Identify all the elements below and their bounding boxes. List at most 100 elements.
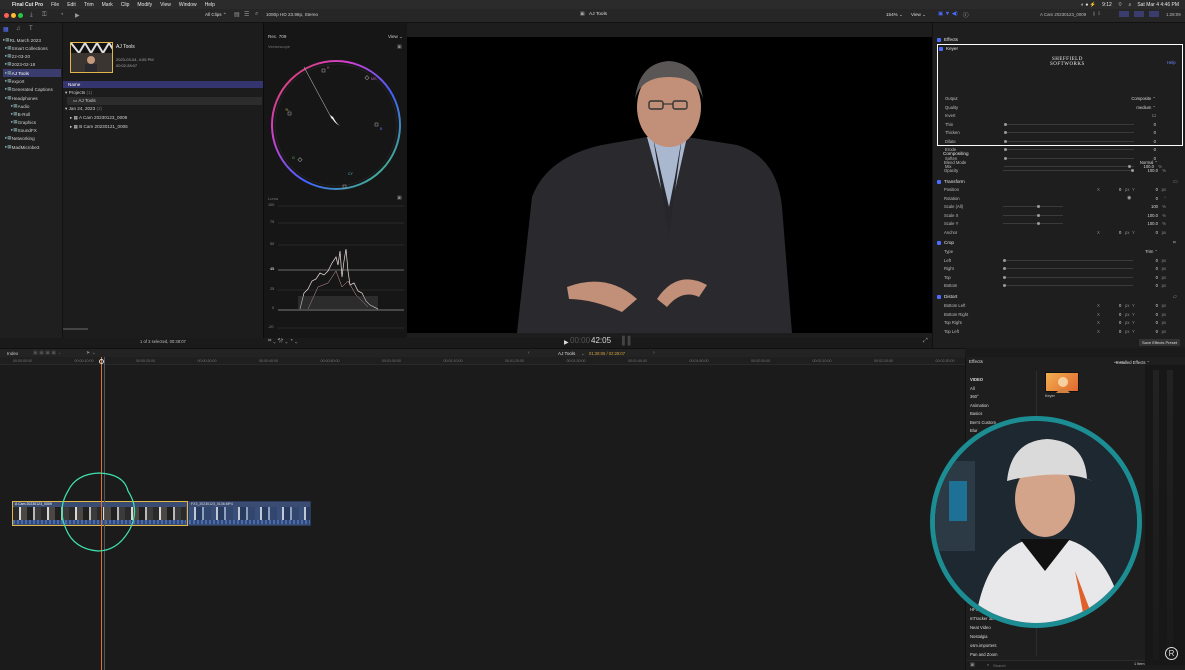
keyer-param-row[interactable]: Quality medium ⌃ bbox=[942, 104, 1182, 112]
libraries-icon[interactable]: ▦ bbox=[3, 26, 9, 33]
sidebar-item[interactable]: ▸▦ 22-03-20 bbox=[3, 52, 61, 60]
layout-button-2[interactable] bbox=[1134, 11, 1144, 17]
crop-param-row[interactable]: Top 0 px bbox=[941, 274, 1185, 282]
transform-param-row[interactable]: Scale Y 100.0% bbox=[941, 220, 1185, 228]
distort-param-row[interactable]: Top Right X 0 px Y 0 px bbox=[941, 319, 1185, 327]
effects-category-item[interactable]: Ben's Custom bbox=[970, 420, 996, 425]
list-item-clip-b[interactable]: ▸ ▦ B Cam 20230121_0006 bbox=[70, 123, 128, 131]
edit-buttons[interactable]: ▣ ▣ ▣ ▣ ⌄ bbox=[33, 350, 62, 356]
keyer-param-row[interactable]: Erode 0 bbox=[942, 146, 1182, 154]
transform-onscreen-icon[interactable]: ▭ bbox=[1173, 179, 1178, 185]
param-value[interactable]: 0 bbox=[1154, 122, 1156, 127]
share-icon[interactable]: ▶ bbox=[75, 12, 80, 19]
video-frame[interactable] bbox=[407, 37, 932, 333]
param-slider[interactable] bbox=[1003, 267, 1133, 270]
transform-param-row[interactable]: Anchor X 0 px Y 0 px bbox=[941, 229, 1185, 237]
compositing-header[interactable]: Compositing bbox=[943, 151, 969, 156]
menu-window[interactable]: Window bbox=[179, 2, 197, 8]
menu-view[interactable]: View bbox=[160, 2, 171, 8]
param-value[interactable]: 0 bbox=[1154, 130, 1156, 135]
list-item-clip-a[interactable]: ▸ ▦ A Cam 20230123_0009 bbox=[70, 114, 127, 122]
crop-onscreen-icon[interactable]: ⌗ bbox=[1173, 240, 1176, 246]
menu-file[interactable]: File bbox=[51, 2, 59, 8]
sidebar-item[interactable]: ▸▦ Networking bbox=[3, 134, 61, 142]
transform-param-row[interactable]: Position X 0 px Y 0 px bbox=[941, 186, 1185, 194]
background-tasks-icon[interactable]: ◔ bbox=[60, 12, 64, 18]
transform-checkbox[interactable] bbox=[937, 179, 941, 184]
crop-param-row[interactable]: Type Trim ⌃ bbox=[941, 248, 1185, 256]
import-icon[interactable]: ⤓ bbox=[30, 12, 33, 19]
keyer-checkbox[interactable] bbox=[939, 46, 943, 51]
menu-help[interactable]: Help bbox=[205, 2, 215, 8]
param-value[interactable]: 0 bbox=[1156, 283, 1158, 288]
list-item-project[interactable]: ▭ AJ Tools bbox=[67, 97, 262, 105]
param-slider[interactable] bbox=[1004, 131, 1134, 134]
timeline-back-button[interactable]: ‹ bbox=[528, 350, 530, 356]
sidebar-item[interactable]: ▸▦ AJ Tools bbox=[3, 69, 61, 77]
list-view-icon[interactable]: ☰ bbox=[244, 11, 249, 18]
param-knob[interactable] bbox=[1037, 205, 1040, 208]
keyer-param-row[interactable]: Dilate 0 bbox=[942, 138, 1182, 146]
param-x-value[interactable]: 0 bbox=[1119, 303, 1121, 308]
viewer-transform-tool-icon[interactable]: ⌗ ⌄ ⚒ ⌄ ◔ ⌄ bbox=[268, 338, 298, 345]
transform-param-row[interactable]: Rotation ◉ 0 ° bbox=[941, 195, 1185, 203]
info-icon[interactable]: ⓘ bbox=[963, 11, 969, 19]
param-value[interactable]: ☐ bbox=[1152, 113, 1156, 118]
inspector-video-icon[interactable]: ▣ ▼ ◀) bbox=[938, 11, 958, 17]
photos-icon[interactable]: ♫ bbox=[16, 26, 21, 32]
keyer-help-link[interactable]: Help bbox=[1167, 60, 1176, 65]
blend-mode-row[interactable]: Blend Mode Normal ⌃ bbox=[941, 159, 1185, 167]
opacity-value[interactable]: 100.0 bbox=[1148, 168, 1158, 173]
sidebar-toggle-icon[interactable]: ▣ bbox=[970, 662, 975, 668]
rotation-dial-icon[interactable]: ◉ bbox=[1127, 195, 1131, 201]
sidebar-item[interactable]: ▸▦ 2023-02-18 bbox=[3, 60, 61, 68]
param-value[interactable]: 0 bbox=[1156, 275, 1158, 280]
param-value[interactable]: medium ⌃ bbox=[1136, 105, 1156, 110]
effects-search-input[interactable] bbox=[993, 662, 1053, 668]
projects-group[interactable]: ▾ Projects (1) bbox=[65, 89, 92, 97]
param-x-value[interactable]: 0 bbox=[1119, 329, 1121, 334]
param-value[interactable]: Composite ⌃ bbox=[1131, 96, 1156, 101]
param-value[interactable]: Trim ⌃ bbox=[1145, 249, 1158, 254]
sidebar-item[interactable]: ▸▦ RL March 2023 bbox=[3, 36, 61, 44]
param-knob[interactable] bbox=[1003, 275, 1006, 279]
param-slider[interactable] bbox=[1003, 222, 1063, 225]
param-y-value[interactable]: 0 bbox=[1156, 329, 1158, 334]
param-slider[interactable] bbox=[1003, 284, 1133, 287]
menu-trim[interactable]: Trim bbox=[84, 2, 94, 8]
crop-param-row[interactable]: Bottom 0 px bbox=[941, 282, 1185, 290]
save-effects-preset-button[interactable]: Save Effects Preset bbox=[1139, 339, 1181, 346]
sidebar-item[interactable]: ▸▦ Smart Collections bbox=[3, 44, 61, 52]
distort-onscreen-icon[interactable]: ▱ bbox=[1173, 294, 1177, 300]
opacity-row[interactable]: Opacity 100.0% bbox=[941, 167, 1185, 175]
zoom-window-button[interactable] bbox=[18, 13, 23, 18]
search-icon[interactable]: ⌕ bbox=[1129, 2, 1132, 8]
param-x-value[interactable]: 0 bbox=[1119, 187, 1121, 192]
param-y-value[interactable]: 0 bbox=[1156, 320, 1158, 325]
param-knob[interactable] bbox=[1037, 213, 1040, 217]
param-knob[interactable] bbox=[1004, 122, 1007, 126]
titles-icon[interactable]: T bbox=[29, 26, 33, 32]
sidebar-item[interactable]: ▸▦ Headphones bbox=[3, 94, 61, 102]
effects-category-item[interactable]: Nostalgia bbox=[970, 634, 987, 639]
timeline[interactable]: 00:00:00:00 00:00:10:00 00:00:20:00 00:00:3… bbox=[0, 357, 965, 670]
timecode-display[interactable]: 42:05 bbox=[591, 336, 611, 345]
distort-checkbox[interactable] bbox=[937, 294, 941, 299]
effects-category-item[interactable]: Blur bbox=[970, 428, 977, 433]
viewer-view-menu[interactable]: View ⌄ bbox=[911, 12, 926, 18]
blend-mode-value[interactable]: Normal ⌃ bbox=[1140, 160, 1158, 165]
distort-header[interactable]: Distort bbox=[937, 294, 957, 299]
param-slider[interactable] bbox=[1003, 213, 1063, 217]
crop-checkbox[interactable] bbox=[937, 240, 941, 245]
browser-scrollbar[interactable] bbox=[63, 328, 88, 330]
param-x-value[interactable]: 0 bbox=[1119, 312, 1121, 317]
effects-category-item[interactable]: Basics bbox=[970, 411, 982, 416]
menu-mark[interactable]: Mark bbox=[102, 2, 113, 8]
key-icon[interactable]: ⚷ ⇩ bbox=[1092, 11, 1101, 17]
clip-b-cam[interactable]: FX3_20230123_0136.MP4 bbox=[188, 501, 311, 526]
index-button[interactable]: Index bbox=[7, 351, 18, 356]
effects-category-item[interactable]: VIDEO bbox=[970, 377, 983, 382]
sidebar-item[interactable]: ▸▦ Generated Captions bbox=[3, 85, 61, 93]
distort-param-row[interactable]: Bottom Left X 0 px Y 0 px bbox=[941, 302, 1185, 310]
timeline-ruler[interactable]: 00:00:00:00 00:00:10:00 00:00:20:00 00:00:3… bbox=[0, 357, 965, 365]
